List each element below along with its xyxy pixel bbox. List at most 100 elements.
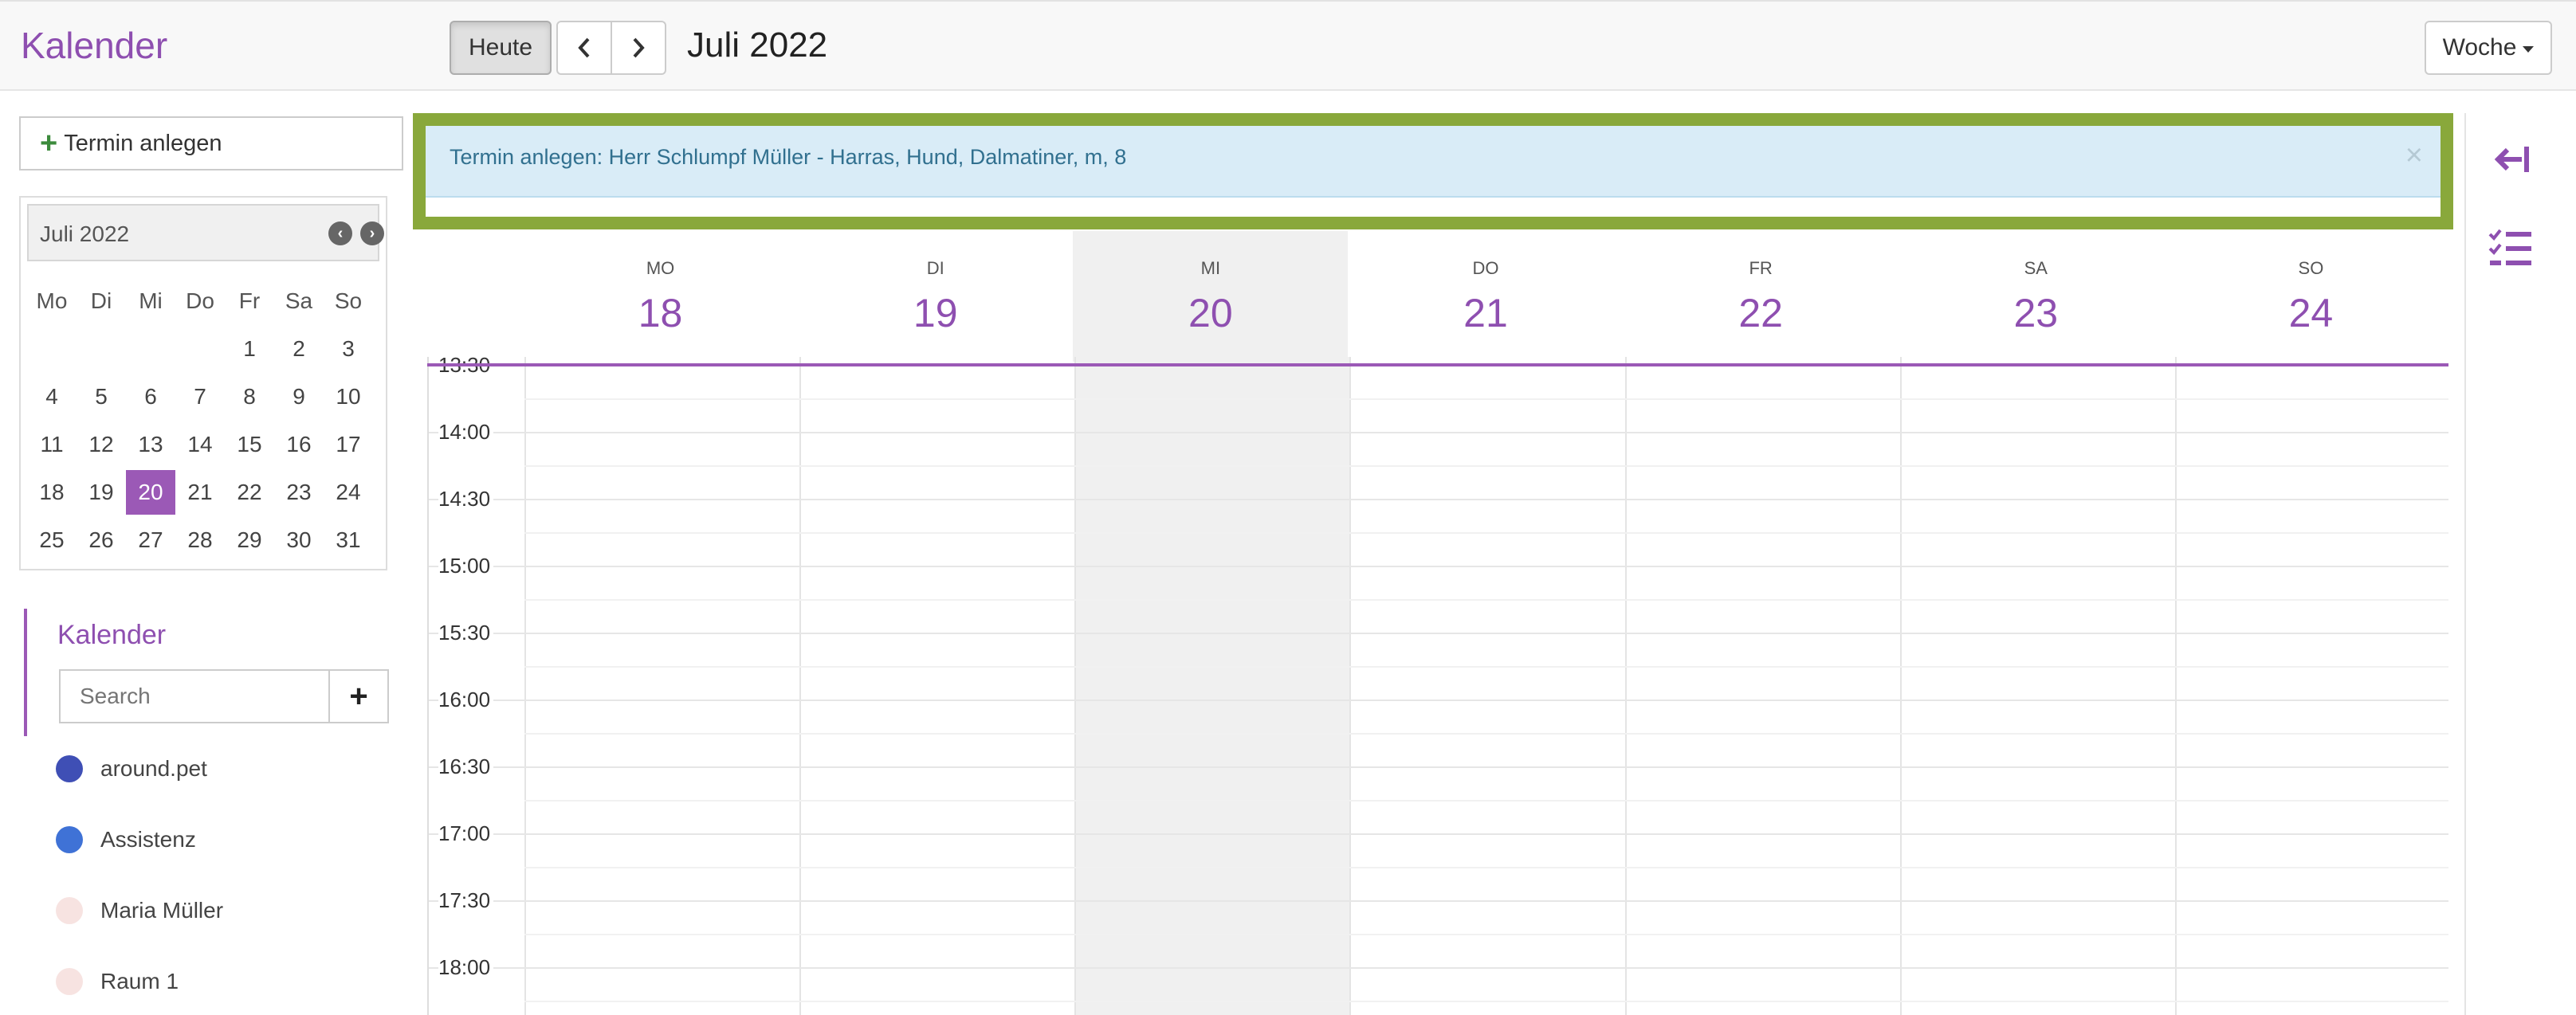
day-header-fr[interactable]: FR 22 — [1624, 231, 1899, 362]
day-column[interactable] — [1624, 357, 1900, 1015]
day-header-mo[interactable]: MO 18 — [523, 231, 798, 362]
add-calendar-button[interactable]: + — [328, 669, 389, 723]
mini-day-5[interactable]: 5 — [77, 374, 126, 419]
day-header-do[interactable]: DO 21 — [1348, 231, 1623, 362]
time-label: 15:30 — [438, 621, 494, 645]
mini-day-14[interactable]: 14 — [175, 422, 225, 467]
next-week-button[interactable] — [611, 21, 666, 75]
mini-day-24[interactable]: 24 — [324, 470, 373, 515]
mini-calendar-week: 18 19 20 21 22 23 24 — [27, 468, 379, 516]
calendar-color-dot[interactable] — [56, 755, 83, 782]
mini-day-29[interactable]: 29 — [225, 518, 274, 562]
mini-prev-month-icon[interactable]: ‹ — [328, 221, 352, 245]
new-event-button[interactable]: + Termin anlegen — [19, 116, 403, 170]
calendar-color-dot[interactable] — [56, 826, 83, 853]
calendar-list-item[interactable]: Maria Müller — [56, 891, 375, 931]
calendar-name: around.pet — [100, 756, 207, 781]
day-header-sa[interactable]: SA 23 — [1899, 231, 2174, 362]
current-time-indicator — [427, 363, 2448, 366]
mini-day-21[interactable]: 21 — [175, 470, 225, 515]
mini-day-13[interactable]: 13 — [126, 422, 175, 467]
mini-calendar-grid: Mo Di Mi Do Fr Sa So 1 2 3 4 5 6 7 8 9 10 11 12 13 14 15 16 17 1… — [27, 277, 379, 564]
mini-day-12[interactable]: 12 — [77, 422, 126, 467]
task-list-icon[interactable] — [2487, 225, 2535, 272]
slot-line-minor — [524, 934, 2448, 935]
time-grid[interactable]: 13:30 14:00 14:30 15:00 15:30 16:00 16:30 17:00… — [427, 353, 2448, 1015]
top-toolbar: Kalender Heute Juli 2022 Woche — [0, 0, 2576, 91]
mini-day-7[interactable]: 7 — [175, 374, 225, 419]
close-icon[interactable]: × — [2405, 139, 2423, 173]
calendar-list-item[interactable]: around.pet — [56, 749, 375, 789]
mini-day-8[interactable]: 8 — [225, 374, 274, 419]
day-of-week-label: DI — [926, 258, 944, 278]
mini-day-28[interactable]: 28 — [175, 518, 225, 562]
mini-day-31[interactable]: 31 — [324, 518, 373, 562]
slot-line — [429, 766, 2448, 768]
mini-day-11[interactable]: 11 — [27, 422, 77, 467]
mini-day-16[interactable]: 16 — [274, 422, 324, 467]
calendar-list-item[interactable]: Assistenz — [56, 820, 375, 860]
mini-weekday-label: Fr — [238, 288, 261, 313]
previous-week-button[interactable] — [556, 21, 612, 75]
calendar-color-dot[interactable] — [56, 897, 83, 924]
mini-calendar-week: 123 — [27, 325, 379, 373]
mini-day-30[interactable]: 30 — [274, 518, 324, 562]
chevron-right-icon — [633, 37, 645, 58]
arrow-to-left-icon[interactable] — [2487, 135, 2535, 183]
mini-weekday-label: Mi — [139, 288, 163, 313]
plus-icon: + — [40, 127, 58, 160]
notification-text: Termin anlegen: Herr Schlumpf Müller - H… — [450, 145, 1127, 169]
view-select-button[interactable]: Woche — [2425, 21, 2552, 75]
day-header-mi[interactable]: MI 20 — [1073, 231, 1349, 362]
day-column[interactable] — [799, 357, 1074, 1015]
mini-weekday-label: Do — [186, 288, 214, 313]
mini-day-10[interactable]: 10 — [324, 374, 373, 419]
mini-day-4[interactable]: 4 — [27, 374, 77, 419]
calendar-list-item[interactable]: Raum 1 — [56, 962, 375, 1001]
notification-highlight: Termin anlegen: Herr Schlumpf Müller - H… — [413, 113, 2453, 229]
mini-day-17[interactable]: 17 — [324, 422, 373, 467]
mini-day-15[interactable]: 15 — [225, 422, 274, 467]
day-column[interactable] — [2174, 357, 2448, 1015]
mini-day-2[interactable]: 2 — [274, 327, 324, 371]
calendar-color-dot[interactable] — [56, 968, 83, 995]
day-header-so[interactable]: SO 24 — [2174, 231, 2448, 362]
today-button[interactable]: Heute — [450, 21, 552, 75]
mini-day-22[interactable]: 22 — [225, 470, 274, 515]
calendar-search-input[interactable] — [59, 669, 330, 723]
mini-day-19[interactable]: 19 — [77, 470, 126, 515]
mini-calendar: Juli 2022 ‹ › Mo Di Mi Do Fr Sa So 1 2 3 4 5 6 7 8 9 10 1… — [19, 196, 387, 570]
slot-line — [429, 700, 2448, 701]
mini-day-6[interactable]: 6 — [126, 374, 175, 419]
mini-calendar-week: 25 26 27 28 29 30 31 — [27, 516, 379, 564]
mini-weekday-label: Di — [90, 288, 112, 313]
day-column[interactable] — [1349, 357, 1624, 1015]
time-label: 14:30 — [438, 487, 494, 511]
notification-alert: Termin anlegen: Herr Schlumpf Müller - H… — [426, 126, 2441, 198]
week-view: MO 18 DI 19 MI 20 DO 21 FR 22 SA 23 SO 24 13:30 14:00 14… — [427, 231, 2448, 1015]
mini-day-18[interactable]: 18 — [27, 470, 77, 515]
day-of-week-label: MI — [1200, 258, 1221, 278]
mini-day-1[interactable]: 1 — [225, 327, 274, 371]
mini-calendar-month: Juli 2022 — [40, 221, 130, 246]
slot-line-minor — [524, 1001, 2448, 1002]
mini-day-25[interactable]: 25 — [27, 518, 77, 562]
mini-day-9[interactable]: 9 — [274, 374, 324, 419]
mini-day-27[interactable]: 27 — [126, 518, 175, 562]
day-column[interactable] — [1899, 357, 2175, 1015]
mini-next-month-icon[interactable]: › — [360, 221, 384, 245]
day-column[interactable] — [524, 357, 799, 1015]
day-header-di[interactable]: DI 19 — [798, 231, 1073, 362]
mini-day-3[interactable]: 3 — [324, 327, 373, 371]
day-column[interactable] — [1074, 357, 1350, 1015]
mini-day-20[interactable]: 20 — [126, 470, 175, 515]
mini-day-23[interactable]: 23 — [274, 470, 324, 515]
slot-line-minor — [524, 867, 2448, 868]
mini-calendar-header: Juli 2022 ‹ › — [27, 204, 384, 261]
mini-day-26[interactable]: 26 — [77, 518, 126, 562]
day-of-week-label: SA — [2024, 258, 2048, 278]
slot-line-minor — [524, 800, 2448, 801]
calendar-name: Raum 1 — [100, 969, 179, 993]
mini-calendar-weekdays: Mo Di Mi Do Fr Sa So — [27, 277, 379, 325]
day-of-week-label: SO — [2298, 258, 2324, 278]
